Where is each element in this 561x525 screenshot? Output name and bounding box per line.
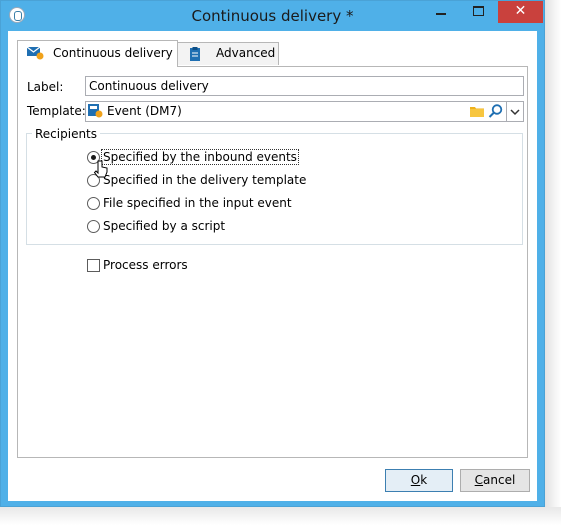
delivery-template-icon <box>88 104 103 118</box>
template-dropdown-button[interactable] <box>506 102 523 121</box>
recipients-group-title: Recipients <box>32 127 101 141</box>
ok-button[interactable]: Ok <box>385 469 453 492</box>
tab-label: Advanced <box>216 46 276 60</box>
radio-label: File specified in the input event <box>103 196 292 210</box>
close-button[interactable]: ✕ <box>498 1 543 23</box>
radio-label: Specified by the inbound events <box>101 149 299 165</box>
window-shadow-right <box>545 0 561 510</box>
mouse-pointer-icon <box>93 160 108 178</box>
folder-icon[interactable] <box>470 104 484 118</box>
radio-label: Specified by a script <box>103 219 226 233</box>
process-errors-checkbox[interactable] <box>87 259 100 272</box>
minimize-button[interactable] <box>426 1 456 23</box>
chevron-down-icon <box>510 109 520 116</box>
window-title: Continuous delivery * <box>191 7 354 25</box>
label-caption: Label: <box>27 80 64 94</box>
radio-label: Specified in the delivery template <box>103 173 307 187</box>
tab-continuous-delivery[interactable]: Continuous delivery <box>17 40 178 67</box>
template-value: Event (DM7) <box>107 104 182 118</box>
title-bar[interactable]: Continuous delivery * ✕ <box>1 1 544 31</box>
clipboard-icon <box>190 47 200 61</box>
dialog-window: Continuous delivery * ✕ Continuous deliv… <box>0 0 545 507</box>
tab-advanced[interactable]: Advanced <box>177 42 279 65</box>
cancel-button[interactable]: Cancel <box>460 469 530 492</box>
template-caption: Template: <box>27 104 86 118</box>
window-shadow-bottom <box>0 507 561 525</box>
maximize-button[interactable] <box>464 1 494 23</box>
search-icon[interactable] <box>488 103 504 119</box>
process-errors-label: Process errors <box>103 258 188 272</box>
radio-button[interactable] <box>87 220 100 233</box>
label-input[interactable]: Continuous delivery <box>85 76 524 96</box>
radio-button[interactable] <box>87 197 100 210</box>
dialog-body: Continuous delivery Advanced Label: Cont… <box>8 31 537 501</box>
envelope-icon <box>26 46 44 60</box>
tab-label: Continuous delivery <box>53 46 173 60</box>
template-field[interactable]: Event (DM7) <box>85 101 524 122</box>
